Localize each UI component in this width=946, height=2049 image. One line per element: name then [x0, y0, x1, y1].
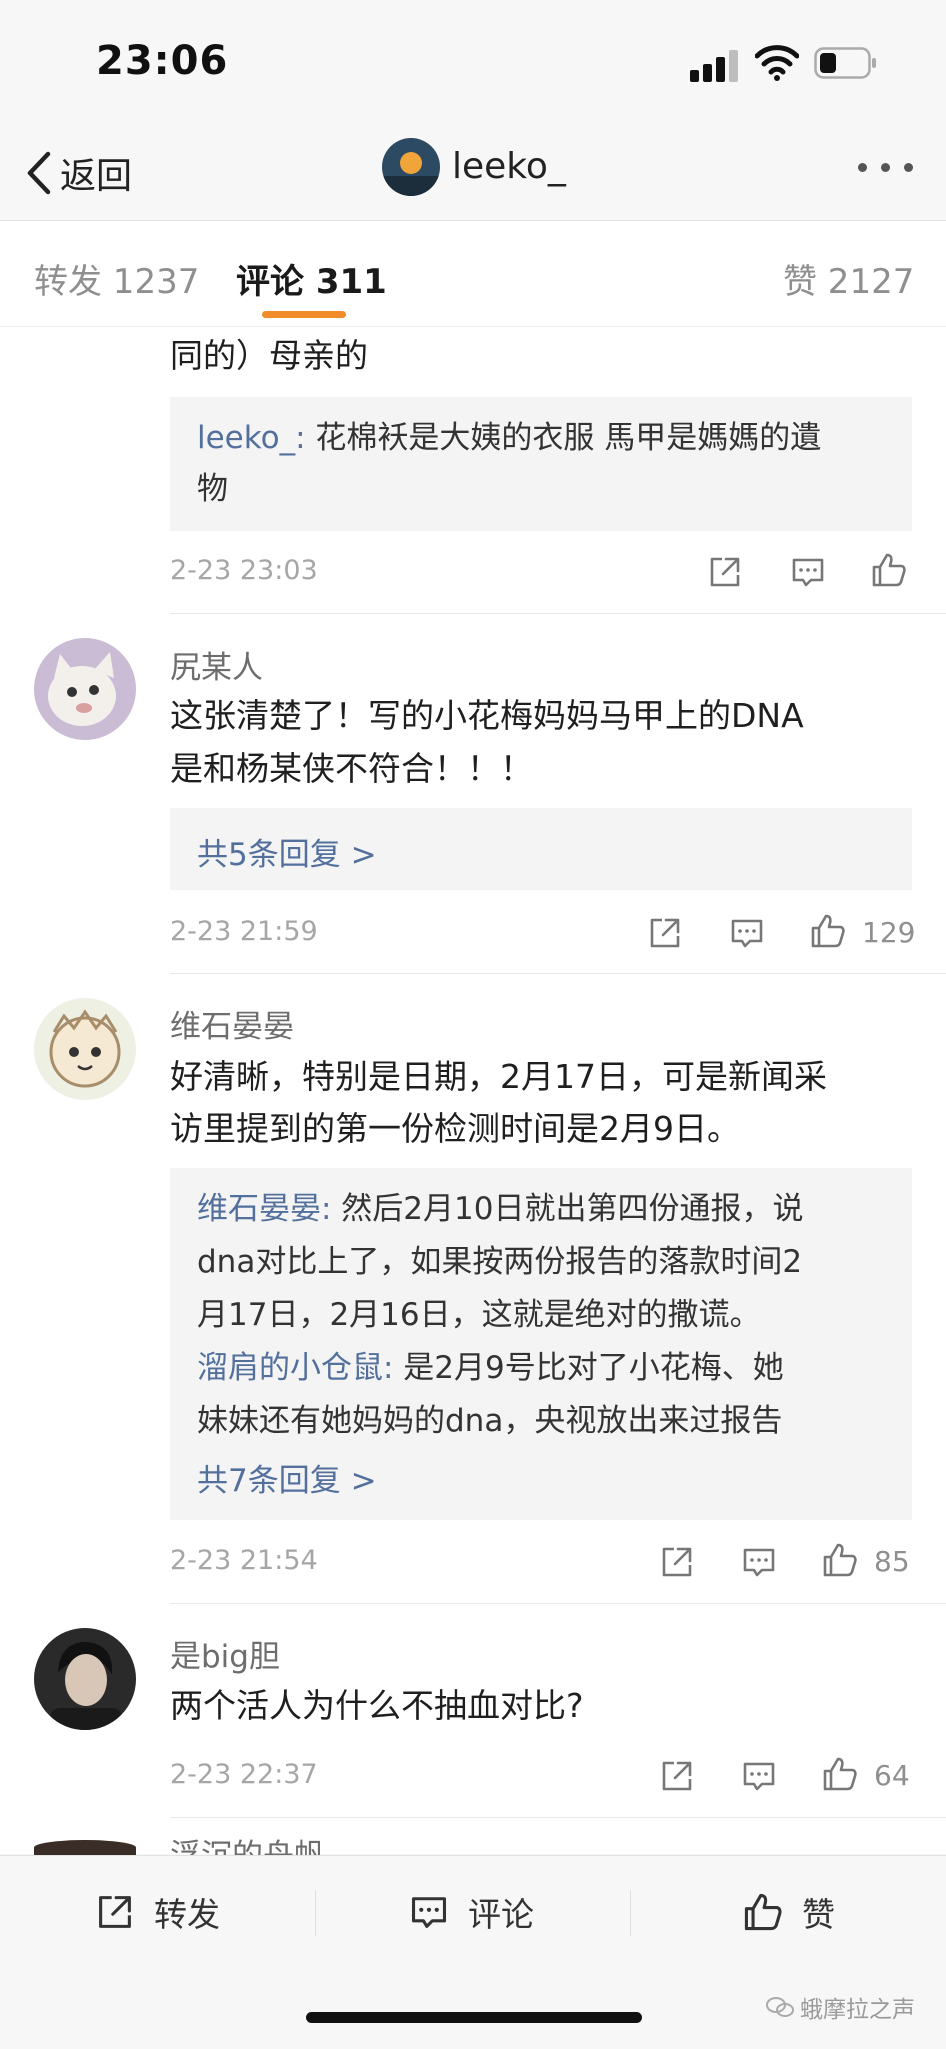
thumbs-up-icon[interactable]: [821, 1755, 859, 1793]
repost-label: 转发: [154, 1895, 220, 1934]
comment-label: 评论: [468, 1895, 534, 1934]
reply-line: 月17日，2月16日，这就是绝对的撒谎。: [197, 1297, 761, 1333]
tab-comments[interactable]: 评论 311: [236, 254, 387, 303]
watermark: 蛾摩拉之声: [766, 1990, 915, 2024]
share-icon[interactable]: [706, 553, 744, 591]
like-label: 赞: [802, 1895, 835, 1934]
more-replies-link[interactable]: 共5条回复 >: [197, 829, 377, 874]
divider: [170, 1817, 946, 1818]
avatar[interactable]: [34, 1628, 136, 1730]
comment-icon[interactable]: [740, 1757, 778, 1795]
back-button[interactable]: 返回: [24, 148, 132, 198]
comment-button[interactable]: 评论: [408, 1888, 534, 1936]
comment-username[interactable]: 维石晏晏: [170, 1001, 294, 1046]
comment-time: 2-23 21:54: [170, 1545, 318, 1576]
comment-time: 2-23 22:37: [170, 1759, 318, 1790]
separator: [315, 1890, 316, 1936]
avatar[interactable]: [34, 1840, 136, 1855]
back-label: 返回: [60, 156, 133, 197]
comment-icon[interactable]: [728, 914, 766, 952]
comment-text: 两个活人为什么不抽血对比?: [170, 1686, 584, 1725]
reply-line: 妹妹还有她妈妈的dna，央视放出来过报告: [197, 1403, 783, 1439]
tab-reposts[interactable]: 转发 1237: [34, 254, 199, 303]
divider: [170, 973, 946, 974]
share-icon: [99, 1896, 131, 1928]
comment-text: 好清晰，特别是日期，2月17日，可是新闻采: [170, 1057, 827, 1096]
avatar[interactable]: [34, 998, 136, 1100]
like-count: 64: [874, 1759, 910, 1792]
share-icon[interactable]: [658, 1543, 696, 1581]
tab-likes[interactable]: 赞 2127: [783, 254, 914, 303]
divider: [170, 613, 946, 614]
share-icon[interactable]: [646, 914, 684, 952]
reply-username[interactable]: 维石晏晏:: [197, 1191, 331, 1227]
reply-text: 然后2月10日就出第四份通报，说: [331, 1191, 804, 1227]
active-tab-indicator: [262, 311, 346, 318]
repost-button[interactable]: 转发: [94, 1888, 220, 1936]
like-button[interactable]: 赞: [742, 1888, 835, 1936]
reply-line: 维石晏晏: 然后2月10日就出第四份通报，说: [197, 1184, 803, 1235]
reply-username[interactable]: 溜肩的小仓鼠:: [197, 1350, 393, 1386]
comment-time: 2-23 23:03: [170, 555, 318, 586]
wechat-icon: [766, 1997, 794, 2017]
thumbs-up-icon: [744, 1893, 782, 1931]
comment-time: 2-23 21:59: [170, 916, 318, 947]
comment-icon[interactable]: [740, 1543, 778, 1581]
comment-username[interactable]: 是big胆: [170, 1631, 280, 1676]
comment-text: 同的）母亲的: [170, 336, 368, 375]
reply-line: dna对比上了，如果按两份报告的落款时间2: [197, 1244, 803, 1280]
thumbs-up-icon[interactable]: [870, 551, 908, 589]
battery-icon: [814, 47, 878, 79]
reply-line: 溜肩的小仓鼠: 是2月9号比对了小花梅、她: [197, 1343, 784, 1394]
reply-line: leeko_: 花棉袄是大姨的衣服 馬甲是媽媽的遺: [197, 413, 821, 464]
comment-icon[interactable]: [789, 553, 827, 591]
home-indicator[interactable]: [306, 2012, 642, 2023]
comment-text: 是和杨某侠不符合！！！: [170, 749, 533, 788]
like-count: 85: [874, 1545, 910, 1578]
cellular-signal-icon: [690, 48, 740, 82]
comment-username[interactable]: 浮沉的舟帆: [170, 1838, 325, 1855]
reply-line: 物: [197, 471, 228, 507]
thumbs-up-icon[interactable]: [809, 912, 847, 950]
wifi-icon: [754, 44, 800, 82]
thumbs-up-icon[interactable]: [821, 1541, 859, 1579]
comment-username[interactable]: 尻某人: [170, 642, 263, 687]
reply-text: 是2月9号比对了小花梅、她: [393, 1350, 784, 1386]
reply-username[interactable]: leeko_:: [197, 420, 306, 456]
reply-text: 花棉袄是大姨的衣服 馬甲是媽媽的遺: [305, 420, 822, 456]
chevron-left-icon: [27, 151, 51, 195]
share-icon[interactable]: [658, 1757, 696, 1795]
more-replies-link[interactable]: 共7条回复 >: [197, 1455, 377, 1500]
status-time: 23:06: [96, 38, 229, 84]
comment-text: 这张清楚了！写的小花梅妈妈马甲上的DNA: [170, 696, 804, 735]
avatar[interactable]: [34, 638, 136, 740]
nav-title[interactable]: leeko_: [452, 146, 566, 187]
comment-icon: [411, 1897, 447, 1928]
comment-text: 访里提到的第一份检测时间是2月9日。: [170, 1109, 740, 1148]
like-count: 129: [862, 916, 916, 949]
author-avatar[interactable]: [382, 138, 440, 196]
separator: [630, 1890, 631, 1936]
divider: [170, 1603, 946, 1604]
watermark-text: 蛾摩拉之声: [800, 1997, 915, 2023]
more-options-icon[interactable]: [858, 155, 914, 179]
